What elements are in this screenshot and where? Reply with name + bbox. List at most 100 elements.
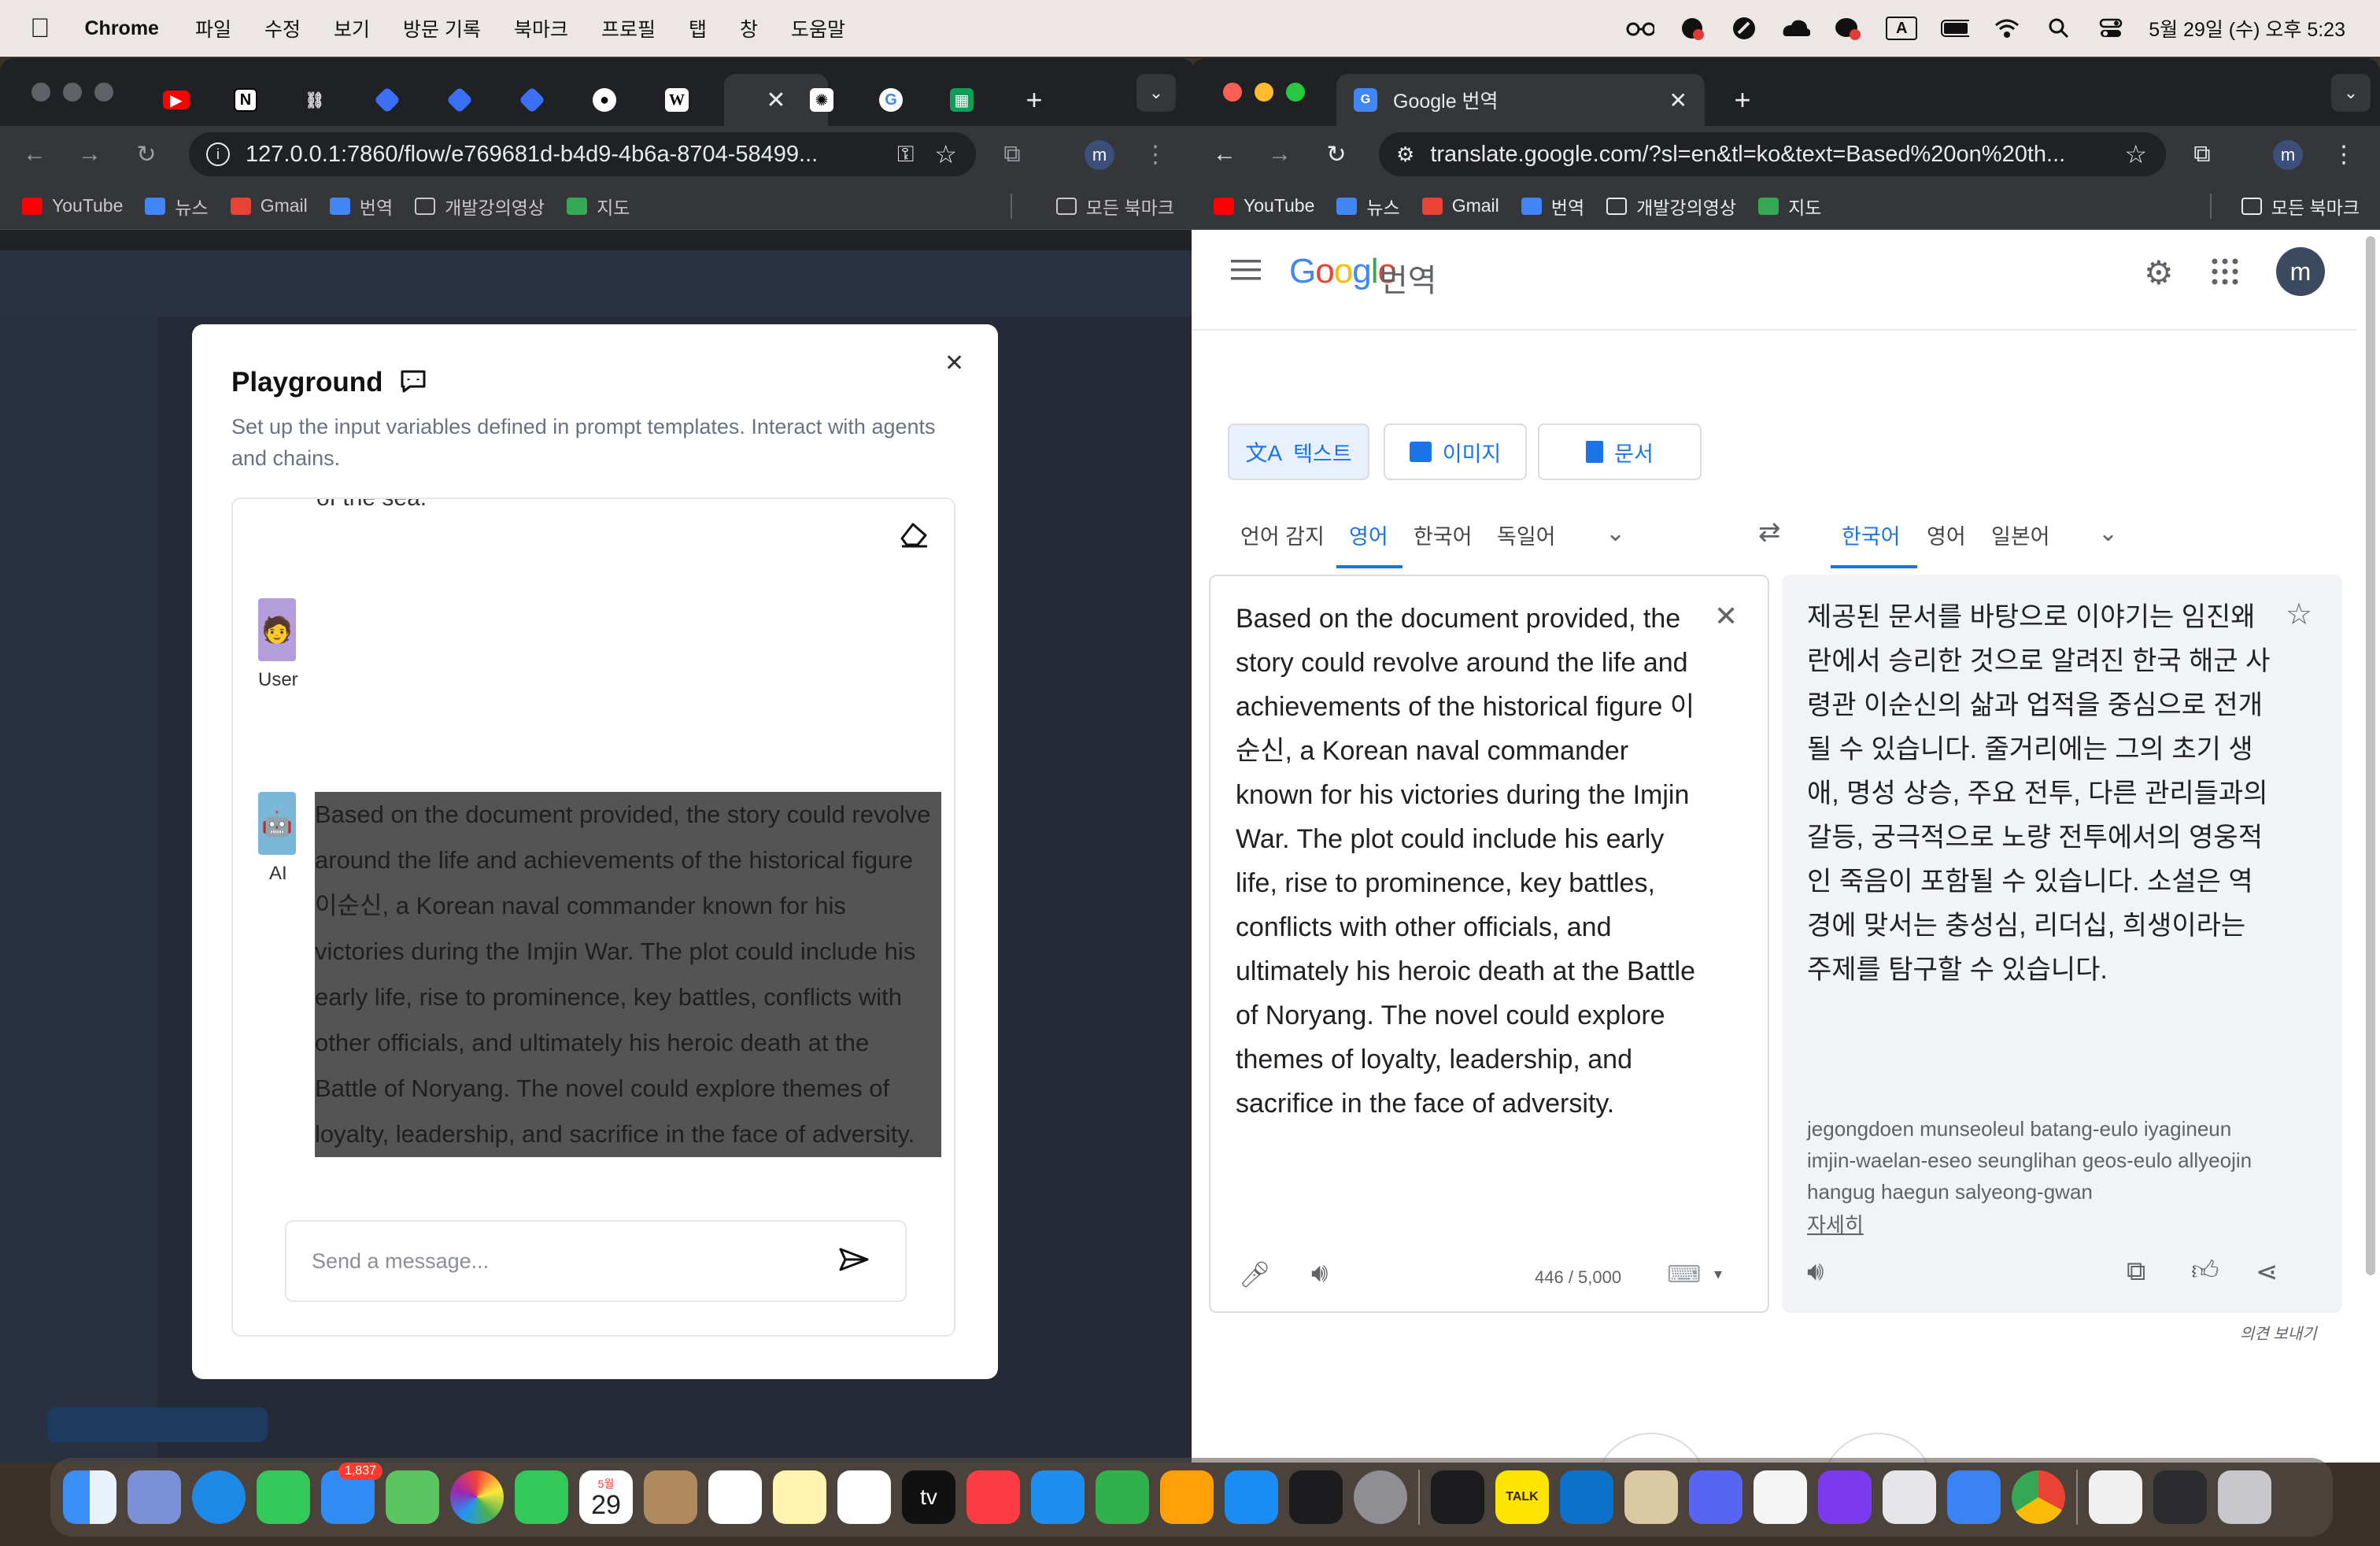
menu-window[interactable]: 창 [740,14,758,43]
glasses-icon[interactable] [1626,17,1655,40]
obsidian-icon[interactable] [1818,1470,1872,1524]
menu-edit[interactable]: 수정 [264,14,301,43]
source-lang-detect[interactable]: 언어 감지 [1240,520,1325,550]
freeform-icon[interactable] [837,1470,891,1524]
trash-icon[interactable] [2218,1470,2271,1524]
bookmark-maps[interactable]: 지도 [1758,193,1821,220]
hamburger-menu-icon[interactable] [1231,258,1262,286]
terminal-icon[interactable] [1431,1470,1484,1524]
app-store-icon[interactable] [1225,1470,1278,1524]
tab-openai-icon[interactable]: ✺ [800,74,844,126]
bookmark-gmail[interactable]: Gmail [1421,195,1499,216]
password-key-icon[interactable]: ⚿ [897,142,914,168]
keyboard-dropdown-icon[interactable]: ▾ [1714,1264,1722,1284]
tab-huggingface[interactable]: ⛓ [293,74,337,126]
menu-tab[interactable]: 탭 [689,14,707,43]
more-details-link[interactable]: 자세히 [1807,1209,1864,1238]
keynote-icon[interactable] [1031,1470,1085,1524]
vscode-icon[interactable] [1560,1470,1613,1524]
profile-avatar[interactable]: m [2273,140,2303,170]
menubar-clock[interactable]: 5월 29일 (수) 오후 5:23 [2149,14,2345,43]
launchpad-icon[interactable] [128,1470,181,1524]
site-info-icon[interactable]: i [206,142,230,166]
preview-icon[interactable] [1883,1470,1936,1524]
record-icon[interactable] [1678,17,1706,40]
url-text[interactable]: translate.google.com/?sl=en&tl=ko&text=B… [1430,142,2065,168]
close-dialog-icon[interactable]: ✕ [944,350,964,377]
site-settings-icon[interactable]: ⚙ [1396,142,1414,167]
reminders-icon[interactable] [708,1470,762,1524]
kakaotalk-icon[interactable]: TALK [1495,1470,1549,1524]
address-bar[interactable]: i 127.0.0.1:7860/flow/e769681d-b4d9-4b6a… [189,132,976,176]
pages-icon[interactable] [1160,1470,1214,1524]
speaker-icon[interactable]: 🔊︎ [1807,1256,1824,1287]
source-textarea[interactable]: Based on the document provided, the stor… [1236,597,1700,1126]
new-tab-button[interactable]: + [1012,74,1056,126]
bookmark-dev-videos[interactable]: 개발강의영상 [1606,193,1736,220]
menu-view[interactable]: 보기 [334,14,370,43]
more-menu-icon[interactable]: ⋮ [1141,140,1170,168]
close-tab-icon[interactable]: ✕ [1669,87,1687,113]
speaker-icon[interactable]: 🔊︎ [1311,1258,1328,1289]
battery-icon[interactable] [1941,17,1970,40]
extensions-icon[interactable]: ⧉ [998,140,1026,168]
minimize-window-button[interactable] [1255,83,1273,102]
close-window-button[interactable] [1223,83,1242,102]
back-icon[interactable]: ← [1210,140,1239,168]
source-lang-more-icon[interactable]: ⌄ [1606,520,1625,547]
menu-file[interactable]: 파일 [195,14,231,43]
numbers-icon[interactable] [1096,1470,1149,1524]
bookmark-youtube[interactable]: YouTube [1214,195,1314,216]
menu-bookmarks[interactable]: 북마크 [514,14,568,43]
chat-notification-icon[interactable] [1834,17,1862,40]
finder-icon[interactable] [63,1470,116,1524]
facetime-icon[interactable] [515,1470,568,1524]
bookmark-youtube[interactable]: YouTube [22,195,123,216]
target-lang-korean[interactable]: 한국어 [1842,520,1901,550]
all-bookmarks[interactable]: 모든 북마크 [2241,193,2360,220]
cloud-icon[interactable] [1782,17,1811,40]
bookmark-dev-videos[interactable]: 개발강의영상 [415,193,545,220]
apps-grid-icon[interactable] [2212,258,2238,289]
messages-icon[interactable] [257,1470,310,1524]
tab-notion[interactable]: N [224,74,268,126]
chrome-icon[interactable] [2012,1470,2065,1524]
ai-message[interactable]: Based on the document provided, the stor… [315,792,941,1157]
back-icon[interactable]: ← [20,140,49,168]
contacts-icon[interactable] [644,1470,697,1524]
target-lang-more-icon[interactable]: ⌄ [2098,520,2118,547]
swap-languages-icon[interactable]: ⇄ [1758,516,1781,548]
tab-google-translate[interactable]: G Google 번역 ✕ [1336,74,1705,126]
account-avatar[interactable]: m [2276,247,2325,296]
keyboard-icon[interactable]: ⌨ [1667,1261,1701,1289]
tab-app-2[interactable] [438,74,482,126]
message-input[interactable]: Send a message... [285,1220,907,1302]
mode-image-button[interactable]: 이미지 [1384,423,1527,480]
source-lang-english[interactable]: 영어 [1349,520,1388,550]
copy-icon[interactable]: ⧉ [2127,1256,2145,1287]
spotlight-search-icon[interactable] [2045,17,2073,40]
mode-text-button[interactable]: 文A 텍스트 [1228,423,1369,480]
bookmark-maps[interactable]: 지도 [567,193,630,220]
close-tab-icon[interactable]: ✕ [766,87,785,114]
tab-search-button[interactable]: ⌄ [2331,74,2371,112]
tab-wiki[interactable]: W [655,74,699,126]
minimize-window-button[interactable] [63,83,82,102]
url-text[interactable]: 127.0.0.1:7860/flow/e769681d-b4d9-4b6a-8… [246,142,818,168]
system-settings-icon[interactable] [1354,1470,1407,1524]
source-lang-korean[interactable]: 한국어 [1414,520,1473,550]
discord-icon[interactable] [1689,1470,1743,1524]
zoom-window-button[interactable] [1286,83,1305,102]
send-icon[interactable] [839,1246,869,1277]
feather-icon[interactable] [1730,17,1758,40]
more-menu-icon[interactable]: ⋮ [2330,140,2358,168]
safari-icon[interactable] [192,1470,246,1524]
apple-menu-icon[interactable]:  [30,13,50,44]
reload-icon[interactable]: ↻ [132,140,161,168]
maps-icon[interactable] [386,1470,439,1524]
bookmark-translate[interactable]: 번역 [329,193,393,220]
bookmark-star-icon[interactable]: ☆ [2124,139,2147,169]
menu-help[interactable]: 도움말 [791,14,845,43]
eraser-icon[interactable] [899,520,930,552]
microphone-icon[interactable]: 🎤︎ [1239,1259,1271,1289]
